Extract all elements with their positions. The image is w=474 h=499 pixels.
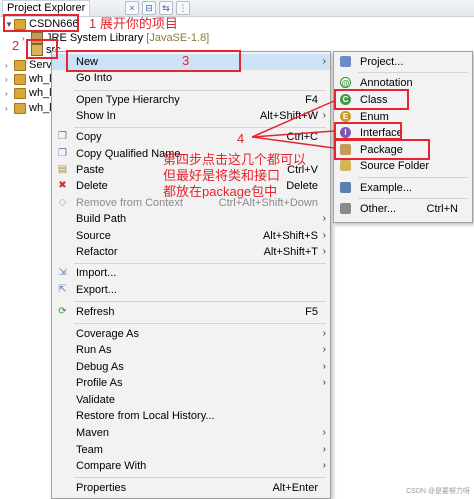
arrow-to-package <box>251 136 335 149</box>
annotation-note-line: 但最好是将类和接口 <box>163 168 281 183</box>
watermark: CSDN @是要努力呀 <box>406 488 470 495</box>
annotation-arrows <box>251 100 335 149</box>
annotation-note: 第四步点击这几个都可以 但最好是将类和接口 都放在package包中 <box>163 152 313 200</box>
annotation-note-line: 第四步点击这几个都可以 <box>163 152 307 167</box>
annotation-note-line: 都放在package包中 <box>163 184 278 199</box>
